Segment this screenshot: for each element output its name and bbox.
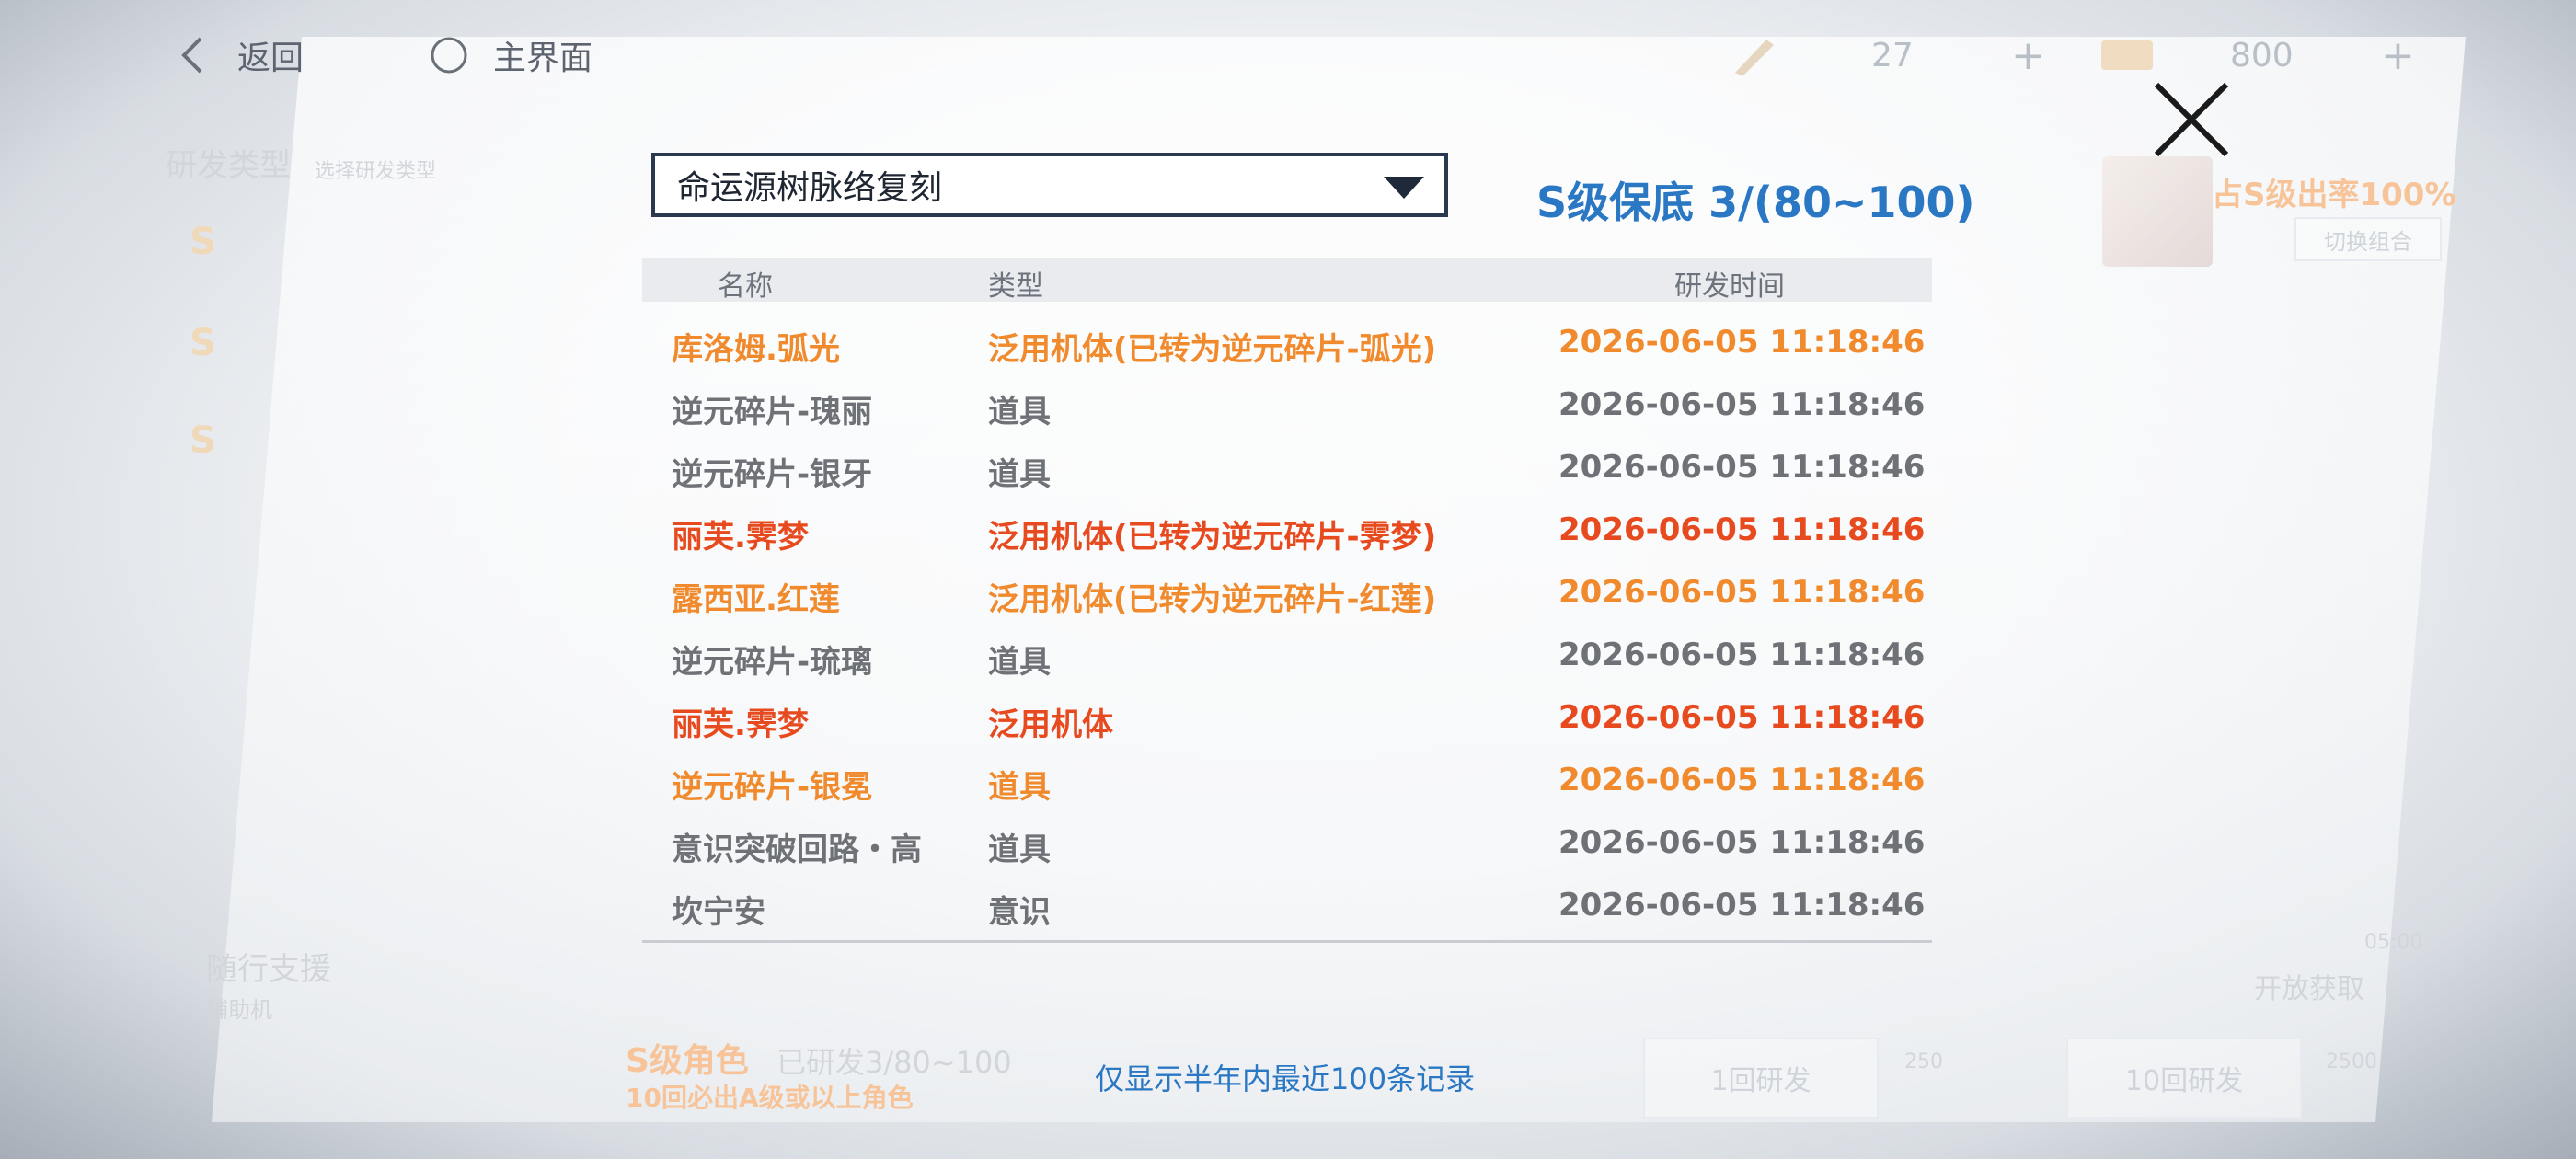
add-currency2-button[interactable]: + bbox=[2381, 28, 2415, 83]
row-time: 2026-06-05 11:18:46 bbox=[1558, 637, 1926, 673]
bg-section-sub: 选择研发类型 bbox=[315, 160, 437, 183]
research-10-cost: 2500 bbox=[2326, 1050, 2377, 1073]
table-row: 逆元碎片-银牙 道具 2026-06-05 11:18:46 bbox=[642, 438, 1932, 500]
bg-assist-sub: 辅助机 bbox=[206, 997, 272, 1023]
add-currency1-button[interactable]: + bbox=[2011, 28, 2045, 83]
table-header: 名称 类型 研发时间 bbox=[642, 258, 1932, 303]
row-time: 2026-06-05 11:18:46 bbox=[1558, 887, 1926, 924]
row-name: 库洛姆.弧光 bbox=[672, 331, 840, 368]
row-time: 2026-06-05 11:18:46 bbox=[1558, 386, 1926, 423]
row-name: 露西亚.红莲 bbox=[672, 581, 840, 618]
row-time: 2026-06-05 11:18:46 bbox=[1558, 824, 1926, 861]
home-label: 主界面 bbox=[493, 40, 593, 77]
records-note: 仅显示半年内最近100条记录 bbox=[1095, 1061, 1476, 1096]
bg-rate-text: 占S级出率100% bbox=[2212, 177, 2456, 213]
pity-counter: S级保底 3/(80~100) bbox=[1536, 178, 1975, 227]
row-type: 泛用机体(已转为逆元碎片-弧光) bbox=[988, 331, 1437, 368]
table-row: 丽芙.霁梦 泛用机体(已转为逆元碎片-霁梦) 2026-06-05 11:18:… bbox=[642, 500, 1932, 563]
row-name: 逆元碎片-银冕 bbox=[672, 769, 873, 806]
bg-s-role: S级角色 bbox=[626, 1042, 749, 1080]
row-time: 2026-06-05 11:18:46 bbox=[1558, 762, 1926, 798]
row-time: 2026-06-05 11:18:46 bbox=[1558, 574, 1926, 611]
bg-s-badge-3: S bbox=[190, 419, 216, 462]
row-type: 泛用机体(已转为逆元碎片-红莲) bbox=[988, 581, 1437, 618]
row-time: 2026-06-05 11:18:46 bbox=[1558, 511, 1926, 548]
header-type: 类型 bbox=[988, 270, 1043, 303]
pool-select-dropdown[interactable]: 命运源树脉络复刻 bbox=[651, 153, 1448, 217]
header-time: 研发时间 bbox=[1674, 270, 1785, 303]
pool-select-value: 命运源树脉络复刻 bbox=[677, 169, 943, 207]
bg-open-text: 开放获取 bbox=[2254, 973, 2364, 1005]
research-1-cost: 250 bbox=[1904, 1050, 1943, 1073]
back-label: 返回 bbox=[237, 40, 305, 77]
row-type: 意识 bbox=[988, 894, 1051, 931]
currency2-value: 800 bbox=[2230, 36, 2294, 75]
row-type: 道具 bbox=[988, 769, 1051, 806]
record-table: 库洛姆.弧光 泛用机体(已转为逆元碎片-弧光) 2026-06-05 11:18… bbox=[642, 313, 1932, 938]
bg-s-badge-2: S bbox=[190, 322, 216, 364]
bg-researched: 已研发3/80~100 bbox=[776, 1045, 1012, 1080]
home-button[interactable]: 主界面 bbox=[429, 28, 592, 83]
row-type: 泛用机体(已转为逆元碎片-霁梦) bbox=[988, 519, 1437, 556]
ticket-icon bbox=[2098, 28, 2156, 83]
research-1-button[interactable]: 1回研发 bbox=[1643, 1038, 1879, 1119]
triangle-down-icon bbox=[1384, 177, 1424, 199]
table-row: 库洛姆.弧光 泛用机体(已转为逆元碎片-弧光) 2026-06-05 11:18… bbox=[642, 313, 1932, 375]
table-row: 露西亚.红莲 泛用机体(已转为逆元碎片-红莲) 2026-06-05 11:18… bbox=[642, 563, 1932, 625]
row-type: 道具 bbox=[988, 456, 1051, 493]
character-portrait bbox=[2102, 156, 2213, 267]
table-row: 意识突破回路・高 道具 2026-06-05 11:18:46 bbox=[642, 813, 1932, 876]
bg-time-small: 05:00 bbox=[2364, 931, 2423, 954]
row-type: 道具 bbox=[988, 832, 1051, 868]
row-time: 2026-06-05 11:18:46 bbox=[1558, 699, 1926, 736]
row-time: 2026-06-05 11:18:46 bbox=[1558, 324, 1926, 361]
row-name: 意识突破回路・高 bbox=[672, 832, 922, 868]
bg-s-badge-1: S bbox=[190, 221, 216, 263]
table-row: 坎宁安 意识 2026-06-05 11:18:46 bbox=[642, 876, 1932, 938]
row-name: 逆元碎片-琉璃 bbox=[672, 644, 873, 681]
research-10-button[interactable]: 10回研发 bbox=[2066, 1038, 2302, 1119]
close-icon[interactable] bbox=[2149, 77, 2234, 162]
header-name: 名称 bbox=[718, 270, 773, 303]
row-type: 泛用机体 bbox=[988, 706, 1113, 743]
row-time: 2026-06-05 11:18:46 bbox=[1558, 449, 1926, 486]
table-divider bbox=[642, 940, 1932, 943]
row-type: 道具 bbox=[988, 644, 1051, 681]
table-row: 逆元碎片-瑰丽 道具 2026-06-05 11:18:46 bbox=[642, 375, 1932, 438]
row-name: 坎宁安 bbox=[672, 894, 765, 931]
row-name: 丽芙.霁梦 bbox=[672, 706, 809, 743]
bg-section-title: 研发类型 bbox=[166, 147, 291, 184]
bg-guarantee: 10回必出A级或以上角色 bbox=[626, 1083, 914, 1113]
row-name: 逆元碎片-瑰丽 bbox=[672, 394, 873, 430]
chevron-left-icon bbox=[181, 37, 202, 74]
home-circle-icon bbox=[431, 37, 467, 74]
bg-assist-title: 随行支援 bbox=[206, 951, 331, 988]
table-row: 丽芙.霁梦 泛用机体 2026-06-05 11:18:46 bbox=[642, 688, 1932, 751]
row-type: 道具 bbox=[988, 394, 1051, 430]
back-button[interactable]: 返回 bbox=[175, 28, 304, 83]
table-row: 逆元碎片-琉璃 道具 2026-06-05 11:18:46 bbox=[642, 625, 1932, 688]
row-name: 逆元碎片-银牙 bbox=[672, 456, 873, 493]
pen-icon bbox=[1730, 28, 1785, 83]
currency1-value: 27 bbox=[1871, 36, 1914, 75]
row-name: 丽芙.霁梦 bbox=[672, 519, 809, 556]
switch-combo-button[interactable]: 切换组合 bbox=[2294, 217, 2442, 261]
table-row: 逆元碎片-银冕 道具 2026-06-05 11:18:46 bbox=[642, 751, 1932, 813]
